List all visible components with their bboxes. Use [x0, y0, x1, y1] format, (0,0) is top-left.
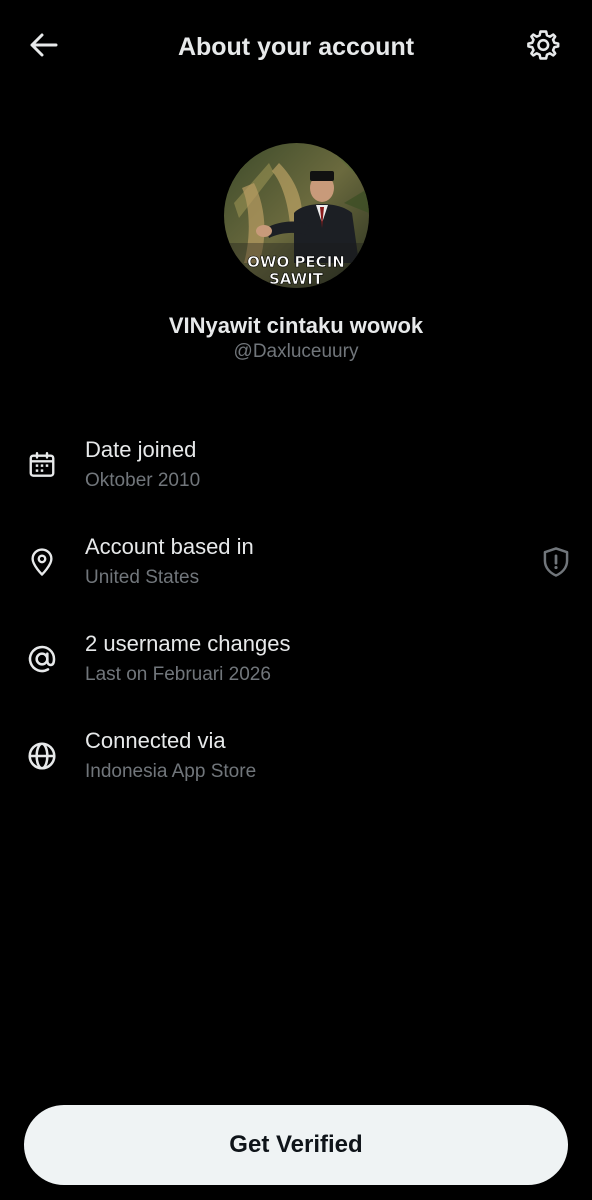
svg-text:OWO PECIN: OWO PECIN [247, 253, 345, 271]
svg-text:SAWIT: SAWIT [269, 270, 324, 288]
at-sign-icon [22, 639, 62, 679]
account-info-list: Date joined Oktober 2010 Account based i… [0, 425, 592, 813]
info-value: Indonesia App Store [85, 761, 257, 782]
avatar[interactable]: OWO PECIN SAWIT [224, 143, 369, 288]
info-value: Last on Februari 2026 [85, 664, 271, 685]
location-pin-icon [22, 542, 62, 582]
info-label: 2 username changes [85, 631, 291, 656]
info-value: United States [85, 567, 200, 588]
info-row-account-based-in: Account based in United States [0, 522, 592, 619]
gear-icon [527, 28, 561, 67]
info-value: Oktober 2010 [85, 470, 201, 491]
shield-alert-icon[interactable] [537, 542, 575, 582]
info-label: Date joined [85, 437, 197, 462]
username-handle: @Daxluceuury [233, 341, 359, 362]
info-label: Connected via [85, 728, 226, 753]
info-row-date-joined: Date joined Oktober 2010 [0, 425, 592, 522]
info-row-connected-via: Connected via Indonesia App Store [0, 716, 592, 813]
get-verified-button[interactable]: Get Verified [24, 1105, 568, 1185]
info-label: Account based in [85, 534, 254, 559]
info-row-username-changes: 2 username changes Last on Februari 2026 [0, 619, 592, 716]
globe-icon [22, 736, 62, 776]
calendar-icon [22, 445, 62, 485]
settings-button[interactable] [524, 27, 564, 67]
page-title: About your account [177, 33, 415, 61]
display-name: VINyawit cintaku wowok [168, 313, 424, 338]
top-bar: About your account [0, 0, 592, 96]
